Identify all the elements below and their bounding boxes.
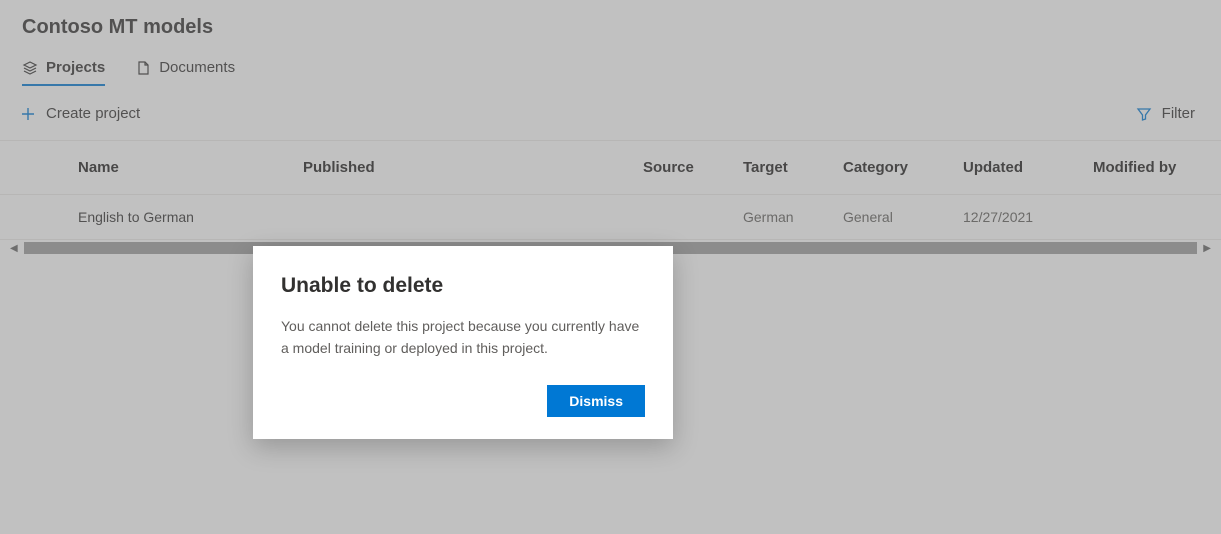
dismiss-button[interactable]: Dismiss [547, 385, 645, 417]
unable-to-delete-dialog: Unable to delete You cannot delete this … [253, 246, 673, 439]
dialog-title: Unable to delete [281, 274, 645, 298]
modal-overlay: Unable to delete You cannot delete this … [0, 0, 1221, 534]
dialog-actions: Dismiss [281, 385, 645, 417]
dialog-body: You cannot delete this project because y… [281, 316, 645, 359]
